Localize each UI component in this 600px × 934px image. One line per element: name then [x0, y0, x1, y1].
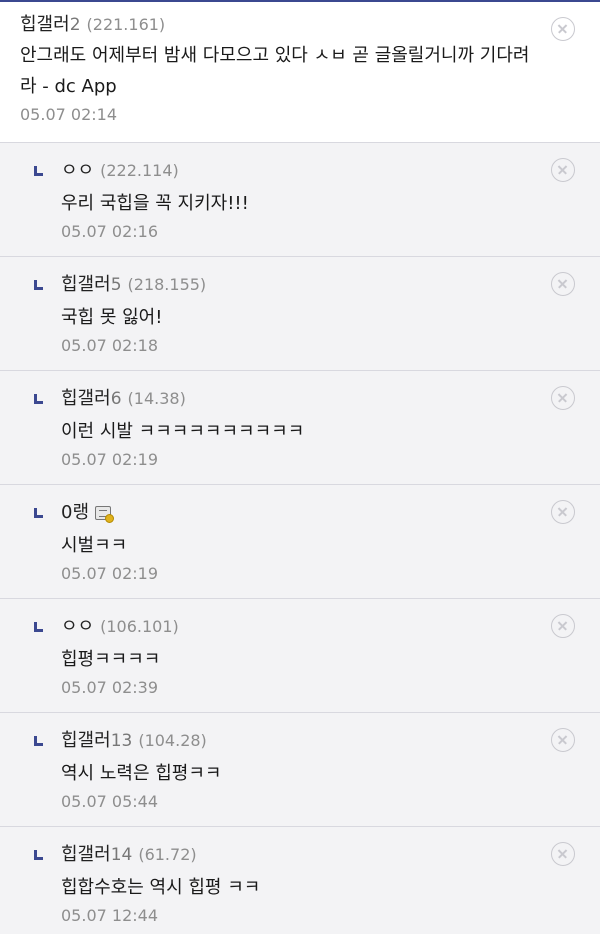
reply-item: 0랭 시벌ㅋㅋ 05.07 02:19	[0, 485, 600, 599]
close-circle-icon[interactable]	[551, 386, 575, 410]
reply-date: 05.07 02:18	[61, 336, 158, 355]
comment-text: 안그래도 어제부터 밤새 다모으고 있다 ㅅㅂ 곧 글올릴거니까 기다려라 - …	[20, 45, 530, 97]
comment-list: 힙갤러 2 (221.161) 안그래도 어제부터 밤새 다모으고 있다 ㅅㅂ …	[0, 0, 600, 934]
reply-arrow-icon	[34, 850, 43, 860]
close-circle-icon[interactable]	[551, 17, 575, 41]
close-circle-icon[interactable]	[551, 842, 575, 866]
reply-text: 국힙 못 잃어!	[61, 307, 163, 328]
comment-nickname[interactable]: 힙갤러	[20, 10, 70, 36]
close-circle-icon[interactable]	[551, 728, 575, 752]
reply-item: 힙갤러 13 (104.28) 역시 노력은 힙평ㅋㅋ 05.07 05:44	[0, 713, 600, 827]
reply-header: 힙갤러 14 (61.72)	[61, 840, 540, 866]
reply-date: 05.07 02:16	[61, 222, 158, 241]
reply-nickname[interactable]: 0랭	[61, 498, 89, 524]
reply-ip: (14.38)	[127, 389, 186, 408]
reply-text: 힙평ㅋㅋㅋㅋ	[61, 649, 161, 670]
comment-header: 힙갤러 2 (221.161)	[20, 10, 540, 36]
reply-date: 05.07 05:44	[61, 792, 158, 811]
reply-nickname[interactable]: ㅇㅇ	[61, 156, 94, 182]
close-circle-icon[interactable]	[551, 272, 575, 296]
reply-text: 이런 시발 ㅋㅋㅋㅋㅋㅋㅋㅋㅋㅋ	[61, 421, 305, 442]
reply-item: 힙갤러 14 (61.72) 힙합수호는 역시 힙평 ㅋㅋ 05.07 12:4…	[0, 827, 600, 934]
reply-date: 05.07 12:44	[61, 906, 158, 925]
comment-ip: (221.161)	[86, 15, 166, 34]
reply-date: 05.07 02:19	[61, 564, 158, 583]
reply-item: 힙갤러 6 (14.38) 이런 시발 ㅋㅋㅋㅋㅋㅋㅋㅋㅋㅋ 05.07 02:…	[0, 371, 600, 485]
reply-header: 힙갤러 5 (218.155)	[61, 270, 540, 296]
close-circle-icon[interactable]	[551, 500, 575, 524]
reply-ip: (106.101)	[100, 617, 179, 636]
reply-ip: (61.72)	[138, 845, 197, 864]
reply-gallery-number: 13	[110, 731, 133, 751]
reply-arrow-icon	[34, 394, 43, 404]
fixed-nick-icon	[95, 506, 115, 523]
reply-header: 0랭	[61, 498, 540, 524]
reply-gallery-number: 14	[110, 845, 133, 865]
reply-nickname[interactable]: 힙갤러	[61, 726, 111, 752]
reply-date: 05.07 02:19	[61, 450, 158, 469]
reply-item: ㅇㅇ (222.114) 우리 국힙을 꼭 지키자!!! 05.07 02:16	[0, 143, 600, 257]
reply-date: 05.07 02:39	[61, 678, 158, 697]
reply-text: 우리 국힙을 꼭 지키자!!!	[61, 193, 249, 214]
close-circle-icon[interactable]	[551, 614, 575, 638]
comment-item: 힙갤러 2 (221.161) 안그래도 어제부터 밤새 다모으고 있다 ㅅㅂ …	[0, 2, 600, 143]
reply-nickname[interactable]: ㅇㅇ	[61, 612, 94, 638]
reply-arrow-icon	[34, 508, 43, 518]
reply-text: 시벌ㅋㅋ	[61, 535, 128, 556]
comment-gallery-number: 2	[69, 15, 81, 35]
reply-item: 힙갤러 5 (218.155) 국힙 못 잃어! 05.07 02:18	[0, 257, 600, 371]
reply-ip: (104.28)	[138, 731, 207, 750]
close-circle-icon[interactable]	[551, 158, 575, 182]
reply-header: 힙갤러 13 (104.28)	[61, 726, 540, 752]
reply-nickname[interactable]: 힙갤러	[61, 384, 111, 410]
reply-arrow-icon	[34, 280, 43, 290]
reply-nickname[interactable]: 힙갤러	[61, 840, 111, 866]
reply-gallery-number: 6	[110, 389, 122, 409]
comment-date: 05.07 02:14	[20, 105, 117, 124]
reply-text: 역시 노력은 힙평ㅋㅋ	[61, 763, 222, 784]
reply-arrow-icon	[34, 622, 43, 632]
reply-header: ㅇㅇ (106.101)	[61, 612, 540, 638]
reply-header: ㅇㅇ (222.114)	[61, 156, 540, 182]
reply-item: ㅇㅇ (106.101) 힙평ㅋㅋㅋㅋ 05.07 02:39	[0, 599, 600, 713]
reply-ip: (218.155)	[127, 275, 207, 294]
reply-text: 힙합수호는 역시 힙평 ㅋㅋ	[61, 877, 261, 898]
reply-ip: (222.114)	[100, 161, 179, 180]
reply-nickname[interactable]: 힙갤러	[61, 270, 111, 296]
reply-arrow-icon	[34, 736, 43, 746]
reply-header: 힙갤러 6 (14.38)	[61, 384, 540, 410]
reply-arrow-icon	[34, 166, 43, 176]
reply-gallery-number: 5	[110, 275, 122, 295]
